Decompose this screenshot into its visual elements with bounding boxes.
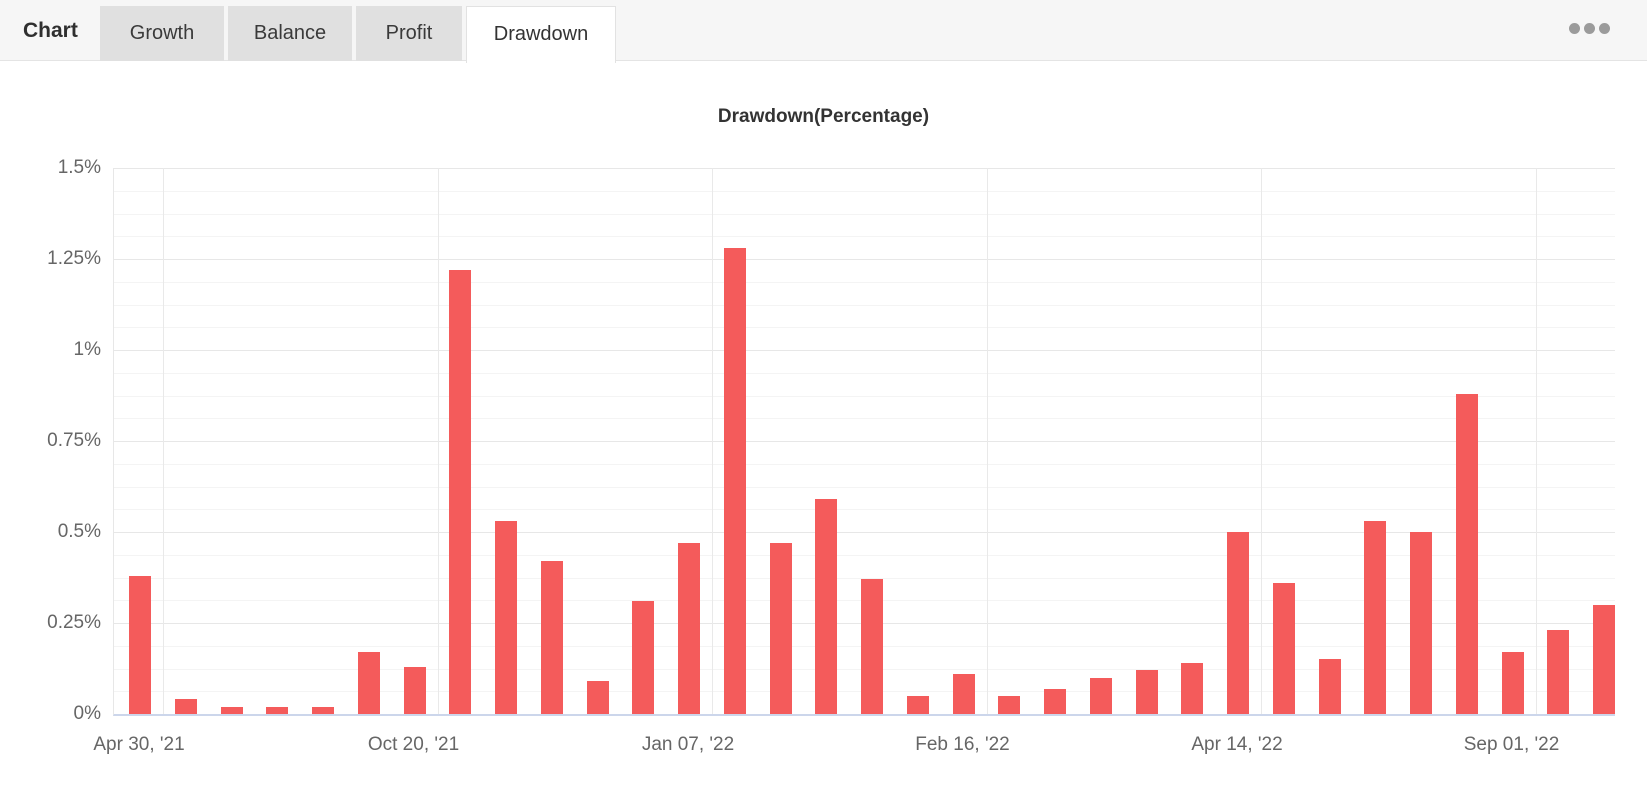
minor-gridline [114, 281, 1615, 283]
major-gridline [114, 168, 1615, 169]
drawdown-bar[interactable] [1501, 652, 1524, 714]
drawdown-bar[interactable] [357, 652, 380, 714]
x-tick-label: Sep 01, '22 [1463, 734, 1560, 755]
vertical-gridline [1261, 168, 1262, 714]
y-tick-label: 1.25% [47, 248, 101, 269]
major-gridline [114, 441, 1615, 442]
drawdown-bar[interactable] [815, 499, 838, 714]
drawdown-bar[interactable] [861, 579, 883, 714]
drawdown-bar[interactable] [769, 542, 792, 714]
x-tick-label: Jan 07, '22 [641, 734, 735, 755]
major-gridline [114, 350, 1615, 351]
drawdown-bar[interactable] [586, 681, 609, 714]
y-tick-label: 0.75% [47, 430, 101, 451]
major-gridline [114, 532, 1615, 533]
minor-gridline [114, 304, 1615, 306]
minor-gridline [114, 236, 1615, 238]
tab-bar-title: Chart [23, 19, 78, 42]
drawdown-bar[interactable] [449, 269, 472, 714]
drawdown-bar[interactable] [266, 706, 289, 714]
chart-card: Drawdown(Percentage) 0% 0.25% 0.5% 0.75% 1% 1… [0, 62, 1647, 803]
vertical-gridline [437, 168, 439, 714]
drawdown-bar[interactable] [1135, 670, 1158, 714]
drawdown-bar[interactable] [403, 666, 426, 714]
tab-bar: Chart Growth Balance Profit Drawdown [0, 0, 1647, 63]
x-tick-label: Apr 14, '22 [1191, 734, 1283, 755]
drawdown-bar[interactable] [1227, 532, 1249, 714]
minor-gridline [114, 395, 1615, 397]
tab-profit[interactable]: Profit [356, 6, 462, 61]
y-tick-label: 0.25% [47, 612, 101, 633]
major-gridline [114, 259, 1615, 260]
drawdown-bar[interactable] [906, 695, 929, 714]
drawdown-bar[interactable] [174, 699, 197, 714]
drawdown-bar[interactable] [632, 601, 655, 714]
vertical-gridline [1535, 168, 1537, 714]
minor-gridline [114, 554, 1615, 556]
drawdown-bar[interactable] [129, 575, 151, 714]
vertical-gridline [712, 168, 713, 714]
drawdown-bar[interactable] [1044, 688, 1066, 714]
drawdown-bar[interactable] [1318, 659, 1341, 714]
minor-gridline [114, 190, 1615, 192]
dot-icon [1584, 23, 1595, 34]
y-tick-label: 0.5% [57, 521, 101, 542]
tab-growth[interactable]: Growth [100, 6, 224, 61]
drawdown-bar[interactable] [1593, 604, 1615, 714]
drawdown-bar[interactable] [1455, 393, 1478, 714]
tab-drawdown[interactable]: Drawdown [466, 6, 616, 63]
drawdown-bar[interactable] [723, 248, 746, 714]
drawdown-bar[interactable] [495, 521, 517, 714]
tab-list: Growth Balance Profit Drawdown [100, 0, 616, 63]
drawdown-bar[interactable] [312, 706, 334, 714]
drawdown-bar[interactable] [540, 561, 563, 714]
vertical-gridline [163, 168, 164, 714]
minor-gridline [114, 213, 1615, 215]
x-tick-label: Oct 20, '21 [367, 734, 460, 755]
dot-icon [1569, 23, 1580, 34]
x-tick-label: Apr 30, '21 [93, 734, 185, 755]
y-tick-label: 1.5% [57, 157, 101, 178]
minor-gridline [114, 372, 1615, 374]
drawdown-bar[interactable] [1547, 630, 1570, 714]
drawdown-bar[interactable] [1089, 677, 1112, 714]
drawdown-bar[interactable] [1364, 521, 1387, 714]
drawdown-bar[interactable] [678, 542, 700, 714]
drawdown-bar[interactable] [220, 706, 243, 714]
dot-icon [1599, 23, 1610, 34]
minor-gridline [114, 327, 1615, 329]
minor-gridline [114, 486, 1615, 488]
y-tick-label: 1% [73, 339, 101, 360]
drawdown-bar[interactable] [998, 695, 1021, 714]
drawdown-bar[interactable] [1181, 663, 1204, 714]
x-tick-label: Feb 16, '22 [915, 734, 1010, 755]
y-tick-label: 0% [73, 703, 101, 724]
minor-gridline [114, 418, 1615, 420]
chart-title: Drawdown(Percentage) [717, 106, 930, 127]
minor-gridline [114, 463, 1615, 465]
ellipsis-menu-icon[interactable] [1569, 23, 1610, 34]
vertical-gridline [986, 168, 988, 714]
minor-gridline [114, 509, 1615, 511]
drawdown-bar[interactable] [1272, 583, 1295, 714]
drawdown-bar-chart [113, 168, 1615, 716]
drawdown-bar[interactable] [1410, 532, 1432, 714]
tab-balance[interactable]: Balance [228, 6, 352, 61]
drawdown-bar[interactable] [952, 674, 975, 714]
